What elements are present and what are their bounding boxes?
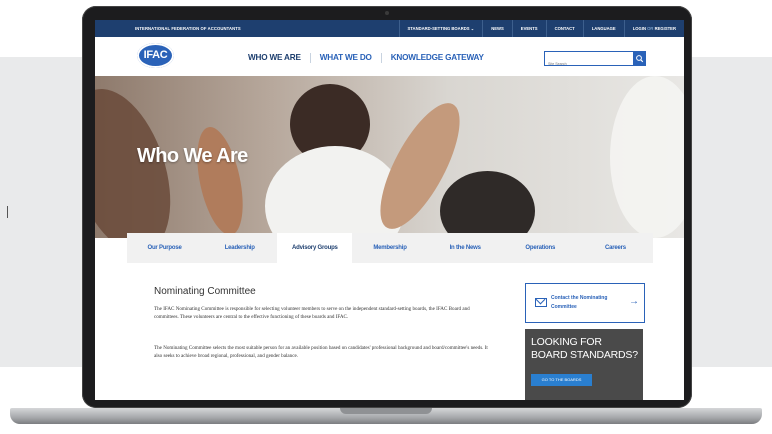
register-link[interactable]: REGISTER (655, 26, 676, 31)
nav-what-we-do[interactable]: WHAT WE DO (309, 53, 381, 63)
hero-photo-shape (610, 76, 684, 238)
page-heading: Nominating Committee (154, 286, 256, 297)
utility-link-news[interactable]: NEWS (482, 20, 512, 37)
tab-advisory-groups[interactable]: Advisory Groups (277, 233, 353, 263)
section-tabs: Our Purpose Leadership Advisory Groups M… (127, 233, 653, 263)
search-box (544, 51, 634, 70)
login-or: OR (647, 26, 654, 31)
nav-who-we-are[interactable]: WHO WE ARE (248, 53, 310, 63)
camera-icon (385, 11, 389, 15)
tab-operations[interactable]: Operations (503, 233, 578, 263)
utility-link-boards[interactable]: STANDARD-SETTING BOARDS ⌄ (398, 20, 483, 37)
search-icon (636, 55, 644, 63)
utility-login-register: LOGIN OR REGISTER (623, 20, 684, 37)
nav-knowledge-gateway[interactable]: KNOWLEDGE GATEWAY (380, 53, 493, 63)
ifac-logo[interactable]: IFAC (137, 43, 174, 68)
background-mark (7, 206, 8, 218)
hero-photo-shape (189, 123, 251, 238)
site-header: IFAC WHO WE ARE WHAT WE DO KNOWLEDGE GAT… (95, 37, 684, 76)
tab-leadership[interactable]: Leadership (202, 233, 277, 263)
arrow-right-icon: → (629, 296, 639, 307)
utility-link-events[interactable]: EVENTS (511, 20, 546, 37)
laptop-notch (340, 408, 432, 414)
laptop-base (10, 408, 762, 424)
utility-link-contact[interactable]: CONTACT (545, 20, 583, 37)
tab-in-the-news[interactable]: In the News (428, 233, 503, 263)
envelope-icon (535, 298, 547, 307)
contact-committee-label: Contact the Nominating Committee (551, 295, 608, 310)
tab-membership[interactable]: Membership (352, 233, 427, 263)
search-input[interactable] (545, 58, 628, 70)
tab-our-purpose[interactable]: Our Purpose (127, 233, 202, 263)
main-content: Nominating Committee The IFAC Nominating… (95, 263, 684, 400)
search-button[interactable] (633, 51, 646, 66)
contact-committee-card[interactable]: Contact the Nominating Committee → (525, 283, 645, 323)
top-utility-bar: INTERNATIONAL FEDERATION OF ACCOUNTANTS … (95, 20, 684, 37)
hero-banner: Who We Are (95, 76, 684, 238)
intro-paragraph: The IFAC Nominating Committee is respons… (154, 306, 470, 321)
tab-careers[interactable]: Careers (578, 233, 653, 263)
login-link[interactable]: LOGIN (633, 26, 646, 31)
main-nav: WHO WE ARE WHAT WE DO KNOWLEDGE GATEWAY (248, 53, 493, 63)
org-name: INTERNATIONAL FEDERATION OF ACCOUNTANTS (135, 26, 241, 31)
selection-paragraph: The Nominating Committee selects the mos… (154, 345, 488, 360)
hero-title: Who We Are (137, 145, 248, 167)
board-standards-panel: LOOKING FOR BOARD STANDARDS? GO TO THE B… (525, 329, 643, 400)
go-to-boards-button[interactable]: GO TO THE BOARDS (531, 374, 592, 386)
utility-link-language[interactable]: LANGUAGE (582, 20, 624, 37)
laptop-screen: INTERNATIONAL FEDERATION OF ACCOUNTANTS … (95, 20, 684, 400)
board-standards-title: LOOKING FOR BOARD STANDARDS? (531, 336, 638, 361)
utility-nav: STANDARD-SETTING BOARDS ⌄ NEWS EVENTS CO… (398, 20, 684, 37)
hero-photo-shape (440, 171, 535, 238)
